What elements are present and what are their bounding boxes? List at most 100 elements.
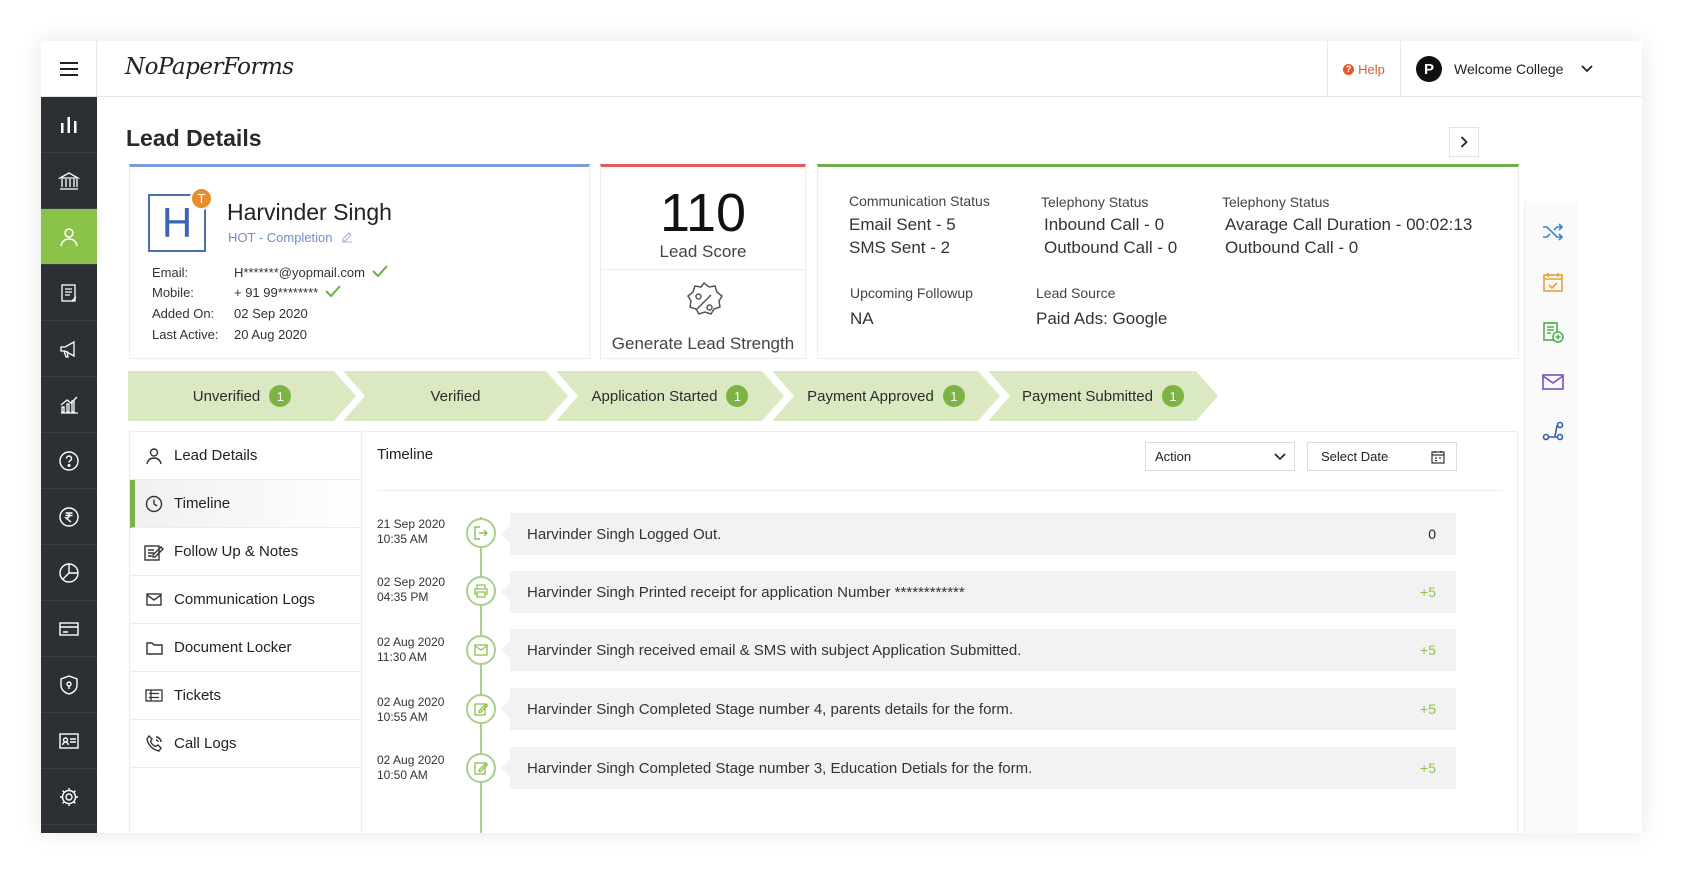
stage-label: Verified <box>430 387 481 405</box>
schedule-button[interactable] <box>1542 271 1564 293</box>
tab-label: Timeline <box>174 495 231 512</box>
stage-verified[interactable]: Verified <box>343 371 568 421</box>
timeline-entry: Harvinder Singh Completed Stage number 3… <box>501 747 1456 789</box>
help-icon <box>59 450 79 471</box>
nav-item-security[interactable] <box>41 657 97 713</box>
welcome-text: Welcome College <box>1454 61 1564 77</box>
nav-item-analytics[interactable] <box>41 97 97 153</box>
tab-call-logs[interactable]: Call Logs <box>130 720 361 768</box>
timeline-entry-text: Harvinder Singh Completed Stage number 4… <box>527 700 1014 718</box>
tab-timeline[interactable]: Timeline <box>130 480 361 528</box>
top-bar: NoPaperForms ? Help P Welcome College <box>97 41 1642 97</box>
nav-item-institution[interactable] <box>41 153 97 209</box>
lead-status-tag[interactable]: HOT - Completion <box>228 230 353 245</box>
stage-unverified[interactable]: Unverified 1 <box>128 371 356 421</box>
calendar-icon <box>1543 273 1563 292</box>
mail-icon <box>474 644 488 656</box>
email-sent-value: Email Sent - 5 <box>849 215 956 234</box>
added-on-value: 02 Sep 2020 <box>234 306 308 321</box>
nav-item-card[interactable] <box>41 601 97 657</box>
institution-icon <box>58 171 80 190</box>
stage-label: Payment Approved <box>807 387 934 405</box>
timeline-date: 02 Aug 2020 10:50 AM <box>377 753 445 782</box>
print-icon <box>474 584 488 598</box>
collapse-panel-button[interactable] <box>1449 127 1479 157</box>
user-menu[interactable]: P Welcome College <box>1402 41 1642 97</box>
settings-icon <box>60 787 78 806</box>
added-on-row: Added On: 02 Sep 2020 <box>152 306 308 321</box>
shuffle-icon <box>1543 223 1564 241</box>
stage-payment-submitted[interactable]: Payment Submitted 1 <box>988 371 1218 421</box>
timeline-date: 21 Sep 2020 10:35 AM <box>377 517 446 546</box>
stage-count-badge: 1 <box>269 385 291 407</box>
nav-item-help[interactable] <box>41 433 97 489</box>
page-title: Lead Details <box>126 125 262 151</box>
timeline-connector <box>480 517 482 833</box>
reports-icon <box>60 396 78 414</box>
upcoming-followup-value: NA <box>850 309 874 328</box>
timeline-points: +5 <box>1420 584 1436 600</box>
timeline-marker <box>466 694 496 724</box>
telephony-status-label: Telephony Status <box>1041 194 1149 210</box>
pie-chart-icon <box>59 562 79 583</box>
date-picker[interactable]: Select Date <box>1307 442 1457 471</box>
edit-icon[interactable] <box>341 231 353 243</box>
stage-count-badge: 1 <box>1162 385 1184 407</box>
last-active-value: 20 Aug 2020 <box>234 327 308 342</box>
tab-document-locker[interactable]: Document Locker <box>130 624 361 672</box>
menu-button[interactable] <box>41 41 97 97</box>
timeline-points: +5 <box>1420 642 1436 658</box>
divider <box>601 269 805 270</box>
lead-score-value: 110 <box>659 183 747 243</box>
inbound-call-value: Inbound Call - 0 <box>1044 215 1165 234</box>
add-note-button[interactable] <box>1542 321 1564 343</box>
tab-tickets[interactable]: Tickets <box>130 672 361 720</box>
last-active-label: Last Active: <box>152 327 219 342</box>
quick-action-rail <box>1524 201 1578 833</box>
tab-lead-details[interactable]: Lead Details <box>130 432 361 480</box>
timeline-marker <box>466 635 496 665</box>
tab-label: Lead Details <box>174 447 258 464</box>
timeline-points: 0 <box>1428 526 1436 542</box>
timeline-entry: Harvinder Singh Completed Stage number 4… <box>501 688 1456 730</box>
nav-item-id-card[interactable] <box>41 713 97 769</box>
route-icon <box>1542 421 1564 441</box>
nav-item-pie-chart[interactable] <box>41 545 97 601</box>
timeline-points: +5 <box>1420 760 1436 776</box>
timeline-entry-text: Harvinder Singh received email & SMS wit… <box>527 641 1022 659</box>
avatar: P <box>1416 56 1442 82</box>
email-value: H*******@yopmail.com <box>234 265 365 280</box>
nav-item-leads[interactable] <box>41 209 97 265</box>
nav-item-forms[interactable] <box>41 265 97 321</box>
timeline-panel: Timeline Action Select Date 21 Sep 2020 1… <box>363 431 1518 833</box>
shuffle-button[interactable] <box>1542 221 1564 243</box>
timeline-marker <box>466 753 496 783</box>
stage-payment-approved[interactable]: Payment Approved 1 <box>772 371 1000 421</box>
stage-label: Application Started <box>591 387 718 405</box>
generate-lead-strength-button[interactable]: Generate Lead Strength <box>601 334 805 354</box>
side-nav <box>41 41 97 833</box>
stage-application-started[interactable]: Application Started 1 <box>556 371 784 421</box>
help-link[interactable]: ? Help <box>1327 41 1401 97</box>
lead-name: Harvinder Singh <box>227 199 392 225</box>
timeline-entry-text: Harvinder Singh Printed receipt for appl… <box>527 583 965 601</box>
action-select[interactable]: Action <box>1145 442 1295 471</box>
nav-item-settings[interactable] <box>41 769 97 825</box>
outbound-call-value: Outbound Call - 0 <box>1044 238 1178 257</box>
nav-item-reports[interactable] <box>41 377 97 433</box>
card-icon <box>59 621 79 636</box>
journey-button[interactable] <box>1542 420 1564 442</box>
timeline-date: 02 Aug 2020 10:55 AM <box>377 695 445 724</box>
clock-icon <box>145 495 163 512</box>
percent-badge-icon[interactable] <box>683 281 725 323</box>
tab-label: Document Locker <box>174 639 292 656</box>
nav-item-campaigns[interactable] <box>41 321 97 377</box>
tab-follow-up-notes[interactable]: Follow Up & Notes <box>130 528 361 576</box>
nav-item-payments[interactable] <box>41 489 97 545</box>
tab-communication-logs[interactable]: Communication Logs <box>130 576 361 624</box>
average-call-duration-value: Avarage Call Duration - 00:02:13 <box>1225 215 1473 234</box>
help-circle-icon: ? <box>1343 63 1355 75</box>
send-mail-button[interactable] <box>1542 371 1564 393</box>
action-select-value: Action <box>1155 449 1192 464</box>
stage-count-badge: 1 <box>943 385 965 407</box>
